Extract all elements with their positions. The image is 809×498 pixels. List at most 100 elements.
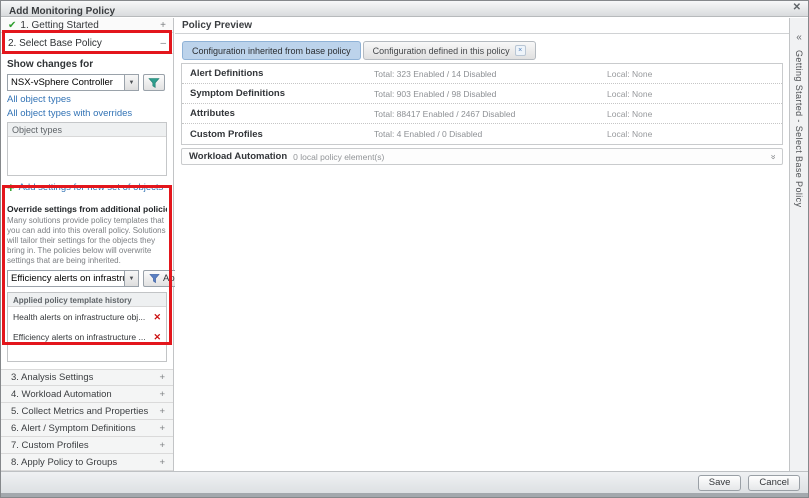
side-tab-label[interactable]: Getting Started - Select Base Policy [794,50,804,207]
step-label: 2. Select Base Policy [8,38,102,49]
expand-icon[interactable]: + [160,20,166,31]
plus-icon: + [7,183,15,193]
table-row: Symptom Definitions Total: 903 Enabled /… [182,84,782,104]
wizard-step-workload-automation[interactable]: 4. Workload Automation + [1,386,173,403]
workload-automation-bar[interactable]: Workload Automation 0 local policy eleme… [181,148,783,165]
wizard-step-collect-metrics[interactable]: 5. Collect Metrics and Properties + [1,403,173,420]
applied-policy-history-table: Applied policy template history Health a… [7,292,167,362]
policy-select-value: NSX-vSphere Controller [7,74,124,91]
popout-icon[interactable]: × [515,45,526,56]
tab-configuration-defined[interactable]: Configuration defined in this policy × [363,41,536,60]
show-changes-label: Show changes for [7,59,167,70]
policy-preview-title: Policy Preview [175,18,789,34]
collapsed-side-panel[interactable]: « Getting Started - Select Base Policy [789,18,808,471]
chevron-down-icon[interactable]: ▼ [124,74,139,91]
wizard-step-custom-profiles[interactable]: 7. Custom Profiles + [1,437,173,454]
cancel-button[interactable]: Cancel [748,475,800,491]
table-row: Custom Profiles Total: 4 Enabled / 0 Dis… [182,124,782,144]
policy-select[interactable]: NSX-vSphere Controller ▼ [7,74,139,91]
policy-select-row: NSX-vSphere Controller ▼ [7,74,167,91]
dialog-title: Add Monitoring Policy [1,4,115,19]
row-total: Total: 323 Enabled / 14 Disabled [374,69,607,79]
delete-icon[interactable]: ✕ [153,332,161,343]
row-total: Total: 4 Enabled / 0 Disabled [374,129,607,139]
preview-summary-table: Alert Definitions Total: 323 Enabled / 1… [181,63,783,145]
row-local: Local: None [607,69,782,79]
step-label: 1. Getting Started [20,20,98,31]
history-item-label: Efficiency alerts on infrastructure ... [13,332,153,342]
step-label: 6. Alert / Symptom Definitions [11,423,136,434]
filter-button[interactable] [143,74,165,91]
policy-preview-panel: Policy Preview Configuration inherited f… [175,18,789,471]
table-row: Attributes Total: 88417 Enabled / 2467 D… [182,104,782,124]
expand-icon[interactable]: + [159,406,165,417]
filter-icon [148,77,160,89]
wizard-step-select-base-policy[interactable]: 2. Select Base Policy – [1,33,173,54]
wizard-remaining-steps: 3. Analysis Settings + 4. Workload Autom… [1,369,173,471]
row-label: Alert Definitions [182,68,374,79]
row-label: Custom Profiles [182,129,374,140]
step-label: 7. Custom Profiles [11,440,89,451]
link-all-object-types-with-overrides[interactable]: All object types with overrides [7,108,167,119]
step-label: 5. Collect Metrics and Properties [11,406,148,417]
chevron-double-left-icon[interactable]: « [790,32,808,43]
wizard-step-analysis-settings[interactable]: 3. Analysis Settings + [1,369,173,386]
select-base-policy-section: Show changes for NSX-vSphere Controller … [1,54,173,362]
template-select-row: Efficiency alerts on infrastructu ▼ Appl… [7,270,167,287]
delete-icon[interactable]: ✕ [153,312,161,323]
workload-automation-count: 0 local policy element(s) [293,152,384,162]
object-types-listbox: Object types [7,122,167,176]
row-label: Symptom Definitions [182,88,374,99]
preview-tabs: Configuration inherited from base policy… [182,41,789,60]
chevron-down-icon[interactable]: ▼ [124,270,139,287]
list-item[interactable]: Health alerts on infrastructure obj... ✕ [8,307,166,327]
row-label: Attributes [182,108,374,119]
step-label: 4. Workload Automation [11,389,112,400]
step-label: 8. Apply Policy to Groups [11,457,117,468]
expand-icon[interactable]: + [159,372,165,383]
policy-template-select[interactable]: Efficiency alerts on infrastructu ▼ [7,270,139,287]
row-local: Local: None [607,109,782,119]
expand-icon[interactable]: + [159,389,165,400]
row-local: Local: None [607,129,782,139]
history-item-label: Health alerts on infrastructure obj... [13,312,153,322]
check-icon: ✔ [8,20,16,31]
row-total: Total: 88417 Enabled / 2467 Disabled [374,109,607,119]
list-item[interactable]: Efficiency alerts on infrastructure ... … [8,327,166,347]
wizard-panel: ✔ 1. Getting Started + 2. Select Base Po… [1,18,174,471]
filter-icon [149,273,160,284]
add-settings-link[interactable]: + Add settings for new set of objects [7,182,167,193]
tab-label: Configuration inherited from base policy [192,46,351,56]
override-description: Many solutions provide policy templates … [7,216,167,266]
table-row: Alert Definitions Total: 323 Enabled / 1… [182,64,782,84]
add-settings-label[interactable]: Add settings for new set of objects [19,182,164,193]
window-bottom-edge [1,493,808,497]
link-all-object-types[interactable]: All object types [7,94,167,105]
history-list: Health alerts on infrastructure obj... ✕… [8,307,166,361]
history-header: Applied policy template history [8,293,166,307]
tab-configuration-inherited[interactable]: Configuration inherited from base policy [182,41,361,60]
override-settings-section: Override settings from additional polici… [7,204,167,362]
collapse-icon[interactable]: – [160,38,166,49]
row-total: Total: 903 Enabled / 98 Disabled [374,89,607,99]
chevron-double-down-icon[interactable]: « [767,154,777,159]
object-types-list [8,137,166,175]
expand-icon[interactable]: + [159,423,165,434]
dialog-footer: Save Cancel [1,471,808,493]
expand-icon[interactable]: + [159,440,165,451]
step-label: 3. Analysis Settings [11,372,93,383]
save-button[interactable]: Save [698,475,742,491]
tab-label: Configuration defined in this policy [373,46,510,56]
workload-automation-label: Workload Automation [189,151,287,162]
dialog-titlebar: Add Monitoring Policy ✕ [1,1,808,17]
add-monitoring-policy-dialog: Add Monitoring Policy ✕ ✔ 1. Getting Sta… [0,0,809,498]
wizard-step-getting-started[interactable]: ✔ 1. Getting Started + [1,18,173,33]
object-types-header: Object types [8,123,166,137]
wizard-step-alert-symptom-definitions[interactable]: 6. Alert / Symptom Definitions + [1,420,173,437]
expand-icon[interactable]: + [159,457,165,468]
row-local: Local: None [607,89,782,99]
template-select-value: Efficiency alerts on infrastructu [7,270,124,287]
close-icon[interactable]: ✕ [793,2,801,13]
override-title: Override settings from additional polici… [7,204,167,214]
wizard-step-apply-policy-to-groups[interactable]: 8. Apply Policy to Groups + [1,454,173,471]
